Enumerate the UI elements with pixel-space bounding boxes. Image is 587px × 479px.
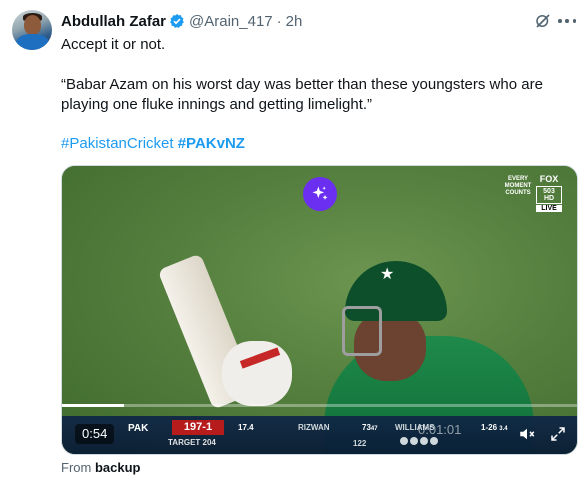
bowler-figures: 1-26 3.4 (481, 423, 508, 432)
header-separator: · (276, 12, 282, 30)
team-score: 197-1 (172, 420, 224, 435)
helmet-grill (342, 306, 382, 356)
tweet-text-line: Accept it or not. (61, 36, 166, 53)
source-prefix: From (61, 460, 92, 475)
batter2-score: 122 (353, 439, 367, 448)
author-name[interactable]: Abdullah Zafar (61, 13, 166, 30)
expand-icon[interactable] (549, 425, 567, 443)
volume-icon[interactable] (518, 425, 536, 443)
hashtag-link[interactable]: #PAKvNZ (178, 135, 245, 152)
target-text: TARGET 204 (168, 438, 216, 447)
video-progress-fill (62, 404, 124, 407)
tweet-timestamp[interactable]: 2h (286, 13, 303, 30)
broadcaster-name: FOX (539, 174, 559, 184)
more-icon[interactable] (557, 12, 577, 30)
avatar-jersey (16, 34, 49, 50)
video-player[interactable]: ★ EVERY MOMENT COUNTS FOX 503 HD LIVE PA… (61, 165, 578, 455)
tweet-header: Abdullah Zafar @Arain_417 · 2h (61, 11, 567, 31)
broadcaster-live: LIVE (536, 205, 562, 212)
video-progress-bar[interactable] (62, 404, 577, 407)
media-source: From backup (61, 460, 140, 475)
broadcaster-channel: 503 HD (536, 186, 562, 204)
sparkle-icon (312, 186, 328, 200)
over-balls (400, 437, 438, 445)
score-overlay: PAK 197-1 TARGET 204 17.4 RIZWAN 7347 12… (62, 416, 577, 454)
source-link[interactable]: backup (95, 460, 141, 475)
broadcast-slogan: EVERY MOMENT COUNTS (504, 176, 532, 196)
tweet-hashtags: #PakistanCricket #PAKvNZ (61, 134, 573, 154)
batting-team: PAK (128, 423, 149, 434)
batting-gloves (222, 341, 292, 406)
tweet-quote: “Babar Azam on his worst day was better … (61, 76, 543, 113)
hashtag-link[interactable]: #PakistanCricket (61, 135, 174, 152)
grok-analyze-button[interactable] (303, 177, 337, 211)
helmet-star-icon: ★ (380, 266, 395, 283)
batter-name: RIZWAN (298, 423, 330, 432)
broadcaster-logo: FOX 503 HD LIVE (536, 174, 562, 214)
grok-icon[interactable] (534, 12, 552, 30)
batter-score: 7347 (362, 423, 378, 432)
verified-badge-icon (169, 13, 185, 29)
ghost-timer: 0:01:01 (418, 422, 462, 437)
author-handle[interactable]: @Arain_417 (189, 13, 273, 30)
author-avatar[interactable] (12, 10, 52, 50)
video-time: 0:54 (75, 424, 115, 444)
avatar-face (24, 15, 41, 35)
overs-count: 17.4 (238, 423, 254, 432)
